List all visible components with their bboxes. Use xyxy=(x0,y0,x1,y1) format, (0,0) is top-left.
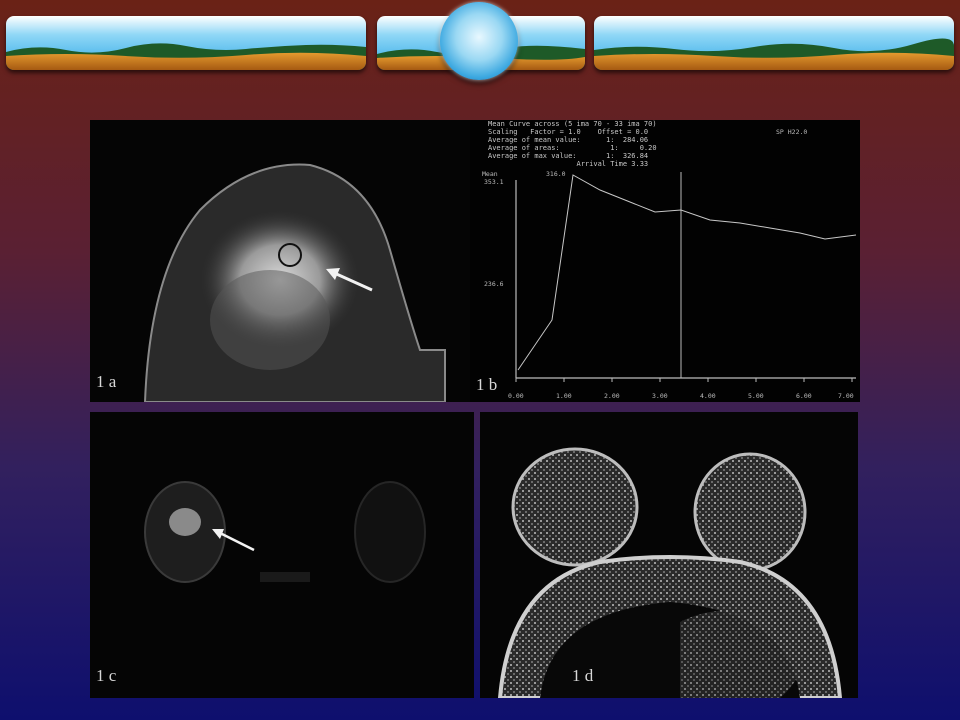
curve-panel-1b: Mean Curve across (5 ima 70 - 33 ima 70)… xyxy=(470,120,860,402)
mri-panel-1c: 1 c xyxy=(90,412,474,698)
mri-panel-1d: 1 d xyxy=(480,412,858,698)
mri-image-1d xyxy=(497,447,843,698)
x-tick-4: 4.00 xyxy=(700,392,716,400)
x-tick-2: 2.00 xyxy=(604,392,620,400)
x-tick-5: 5.00 xyxy=(748,392,764,400)
x-tick-0: 0.00 xyxy=(508,392,524,400)
panel-label-1d: 1 d xyxy=(572,666,594,685)
x-tick-3: 3.00 xyxy=(652,392,668,400)
x-tick-7: 7.00 xyxy=(838,392,854,400)
landscape-banner-left xyxy=(6,16,366,70)
mri-image-1c xyxy=(144,481,426,583)
panel-label-1c: 1 c xyxy=(96,666,117,685)
panel-label-1a: 1 a xyxy=(96,372,117,391)
globe-icon xyxy=(440,2,518,80)
landscape-banner-right xyxy=(594,16,954,70)
panel-label-1b: 1 b xyxy=(476,375,498,394)
enhancement-curve xyxy=(515,172,857,382)
mri-image-1a xyxy=(143,163,446,402)
x-tick-1: 1.00 xyxy=(556,392,572,400)
mri-panel-1a: 1 a xyxy=(90,120,470,402)
x-tick-6: 6.00 xyxy=(796,392,812,400)
